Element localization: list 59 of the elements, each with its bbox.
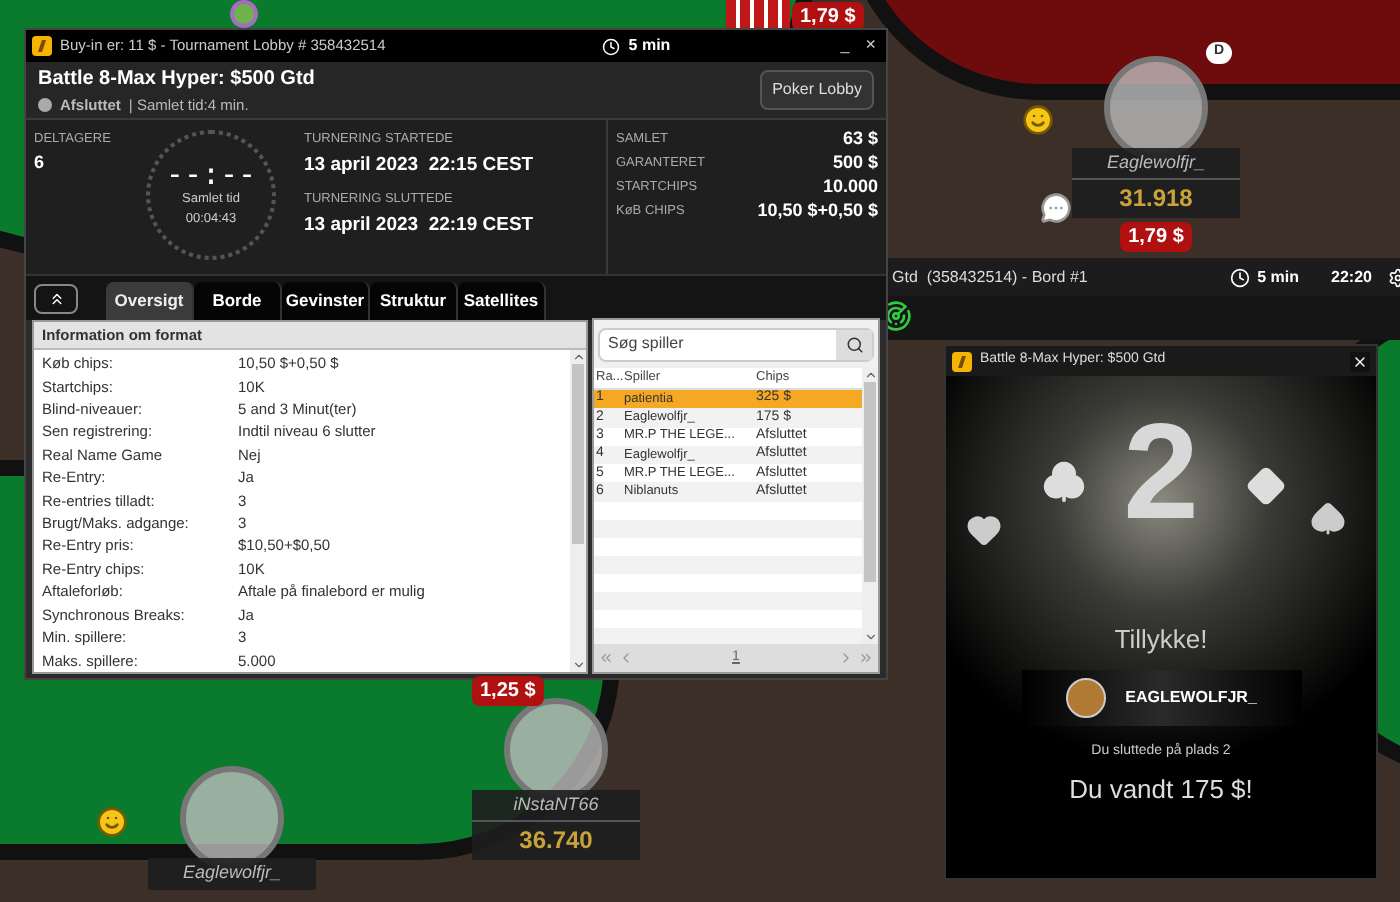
card-back-drawing (726, 0, 790, 28)
chip-stack: 31.918 (1072, 177, 1240, 215)
club-icon (1042, 460, 1086, 504)
tab[interactable]: Struktur (370, 282, 458, 320)
poker-lobby-button[interactable]: Poker Lobby (760, 70, 874, 110)
congratulations-text: Tillykke! (1114, 622, 1208, 658)
player-name: iNstaNT66 (513, 792, 599, 818)
summary-value: 10,50 $+0,50 $ (757, 197, 878, 224)
search-button[interactable] (836, 329, 872, 359)
close-button[interactable]: × (861, 32, 880, 60)
summary-value: 63 $ (842, 125, 878, 152)
player-name: EAGLEWOLFJR_ (1125, 685, 1257, 709)
heart-icon (966, 512, 1002, 548)
timer-text: 5 min (628, 34, 673, 58)
logo-icon (952, 351, 972, 371)
search-icon (845, 335, 863, 353)
clock-icon (602, 37, 621, 55)
table-title: Gtd (358432514) - Bord #1 (892, 265, 1088, 289)
spade-icon (1310, 500, 1346, 536)
smiley-icon (1022, 104, 1054, 136)
minimize-button[interactable]: _ (836, 34, 854, 58)
close-icon (1352, 353, 1368, 369)
clock-icon (1229, 267, 1250, 287)
tab[interactable]: Satellites (458, 282, 546, 320)
tab[interactable]: Gevinster (282, 282, 370, 320)
summary-value: 500 $ (832, 149, 878, 176)
start-time: 13 april 2023 22:15 CEST (304, 151, 534, 180)
chip-stack: 36.740 (472, 819, 640, 857)
bet-amount: 1,25 $ (472, 676, 544, 706)
stat-value: 6 (34, 149, 47, 176)
scrollbar[interactable] (570, 350, 586, 672)
scroll-up-icon[interactable] (863, 368, 877, 382)
collapse-icon (47, 290, 65, 308)
diamond-icon (1246, 466, 1286, 506)
tournament-title: Battle 8-Max Hyper: $500 Gtd (38, 65, 315, 94)
collapse-button[interactable] (34, 284, 78, 314)
tab[interactable]: Oversigt (106, 282, 194, 320)
search-field[interactable]: Søg spiller (598, 327, 874, 361)
player-name: Eaglewolfjr_ (182, 860, 282, 886)
player-avatar (1065, 677, 1106, 717)
summary-value: 10.000 (822, 173, 878, 200)
chat-bubble-icon (1040, 192, 1072, 224)
end-time: 13 april 2023 22:19 CEST (304, 211, 534, 240)
clock-time: 22:20 (1331, 265, 1372, 289)
close-button[interactable] (1350, 351, 1370, 371)
scroll-down-icon[interactable] (571, 658, 585, 672)
winnings-text: Du vandt 175 $! (1069, 772, 1253, 808)
tab[interactable]: Borde (194, 282, 282, 320)
logo-icon (32, 36, 52, 56)
scroll-up-icon[interactable] (571, 350, 585, 364)
timer-display: --:-- (165, 160, 257, 191)
bet-amount: 1,79 $ (1120, 221, 1192, 251)
timer-text: 5 min (1257, 265, 1300, 289)
place-number: 2 (1123, 404, 1199, 540)
scrollbar[interactable] (862, 368, 878, 644)
scroll-down-icon[interactable] (863, 630, 877, 644)
player-name: Eaglewolfjr_ (1106, 150, 1206, 176)
search-input[interactable]: Søg spiller (600, 332, 836, 356)
smiley-icon (96, 806, 128, 838)
